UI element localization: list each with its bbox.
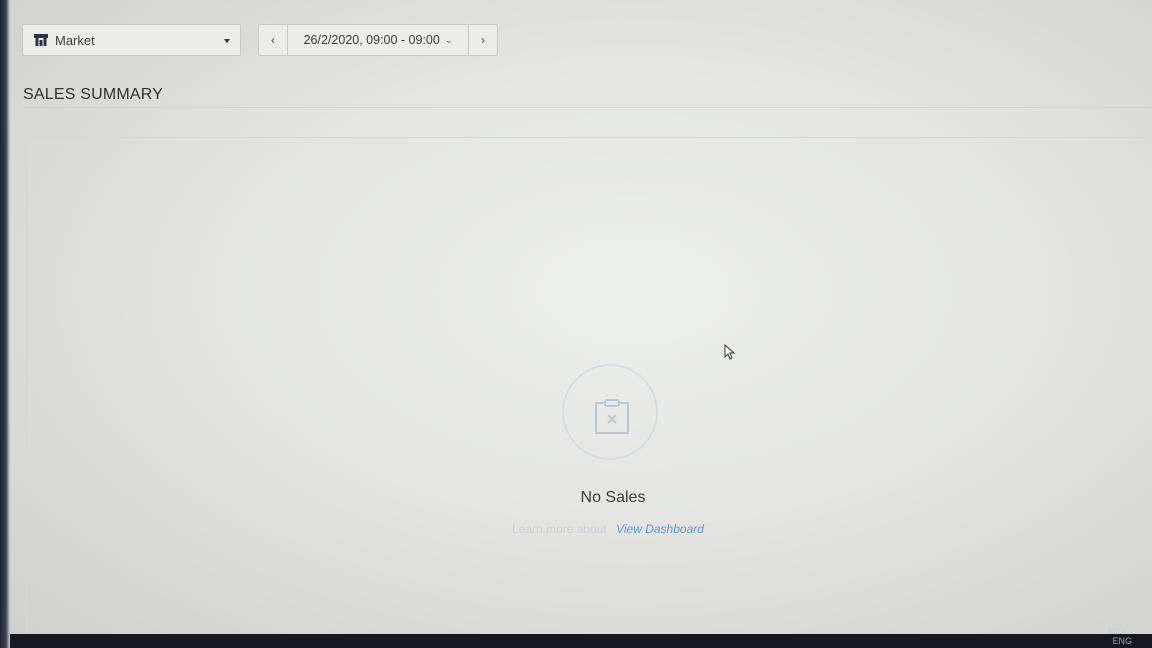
empty-clipboard-icon	[595, 399, 629, 434]
store-icon	[34, 34, 48, 46]
system-tray: ENG	[1112, 634, 1152, 648]
store-select-label: Market	[55, 32, 95, 48]
section-title: SALES SUMMARY	[23, 86, 164, 103]
learn-more-text: Learn more about	[512, 522, 607, 536]
section-divider	[23, 107, 1152, 108]
screen: Market ‹ 26/2/2020, 09:00 - 09:00 ⌄ › SA…	[0, 0, 1152, 648]
date-range-picker: ‹ 26/2/2020, 09:00 - 09:00 ⌄ ›	[258, 24, 498, 56]
screen-bezel	[0, 0, 10, 648]
date-prev-button[interactable]: ‹	[259, 25, 288, 55]
date-range-label: 26/2/2020, 09:00 - 09:00	[303, 33, 440, 47]
empty-state-message: No Sales	[580, 489, 646, 506]
caret-down-icon	[224, 39, 230, 43]
mouse-cursor-icon	[724, 344, 736, 360]
chevron-right-icon: ›	[481, 33, 485, 47]
chevron-left-icon: ‹	[271, 33, 275, 47]
language-indicator[interactable]: ENG	[1112, 636, 1132, 646]
clock[interactable]: 10:04	[1107, 627, 1127, 636]
store-select[interactable]: Market	[22, 24, 241, 56]
learn-more-row: Learn more about View Dashboard	[512, 522, 704, 536]
empty-state-illustration	[562, 364, 658, 460]
taskbar: ENG	[10, 634, 1152, 648]
chevron-down-icon: ⌄	[444, 34, 453, 45]
view-dashboard-link[interactable]: View Dashboard	[616, 522, 704, 536]
date-range-dropdown[interactable]: 26/2/2020, 09:00 - 09:00 ⌄	[288, 25, 468, 55]
date-next-button[interactable]: ›	[468, 25, 497, 55]
